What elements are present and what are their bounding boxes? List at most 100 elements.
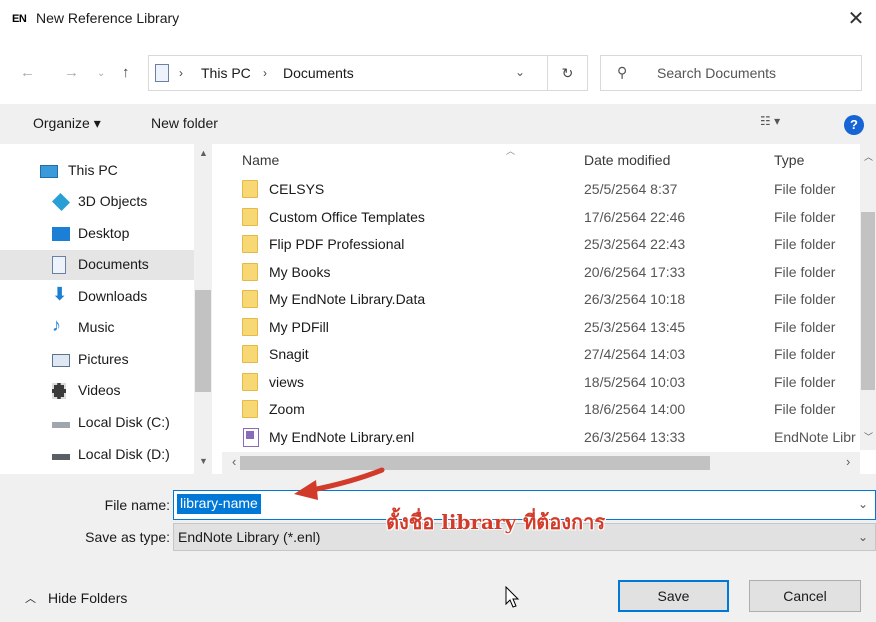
save-type-dropdown-icon[interactable]: ⌄ <box>858 530 868 544</box>
nav-item-local-disk-d[interactable]: Local Disk (D:) <box>0 440 195 470</box>
nav-item-3d-objects[interactable]: 3D Objects <box>0 187 195 217</box>
endnote-file-icon <box>243 428 259 447</box>
new-folder-button[interactable]: New folder <box>151 115 218 131</box>
nav-item-this-pc[interactable]: This PC <box>0 156 195 186</box>
scroll-up-icon[interactable]: ︿ <box>864 150 873 163</box>
file-name-label: File name: <box>104 497 170 513</box>
caret-up-icon[interactable]: ︿ <box>25 590 36 606</box>
file-name: My EndNote Library.Data <box>269 291 426 307</box>
view-options-icon[interactable]: ☷ ▾ <box>760 114 780 128</box>
scroll-down-icon[interactable]: ﹀ <box>864 430 873 443</box>
file-name-dropdown-icon[interactable]: ⌄ <box>858 497 868 511</box>
nav-item-pictures[interactable]: Pictures <box>0 345 195 375</box>
organize-button[interactable]: Organize ▾ <box>33 115 101 132</box>
forward-arrow-icon[interactable]: → <box>64 64 79 81</box>
disk-icon <box>52 454 70 460</box>
download-icon: ⬇ <box>52 284 68 304</box>
file-row[interactable]: My PDFill 25/3/2564 13:45 File folder <box>222 314 842 342</box>
file-name: CELSYS <box>269 181 325 197</box>
file-row[interactable]: Snagit 27/4/2564 14:03 File folder <box>222 341 842 369</box>
save-button[interactable]: Save <box>618 580 729 612</box>
folder-icon <box>242 345 258 363</box>
file-type: File folder <box>774 181 836 197</box>
hide-folders-button[interactable]: Hide Folders <box>48 590 127 606</box>
address-dropdown-icon[interactable]: ⌄ <box>515 65 525 79</box>
folder-icon <box>242 400 258 418</box>
nav-item-label: Music <box>78 319 115 335</box>
back-arrow-icon[interactable]: ← <box>20 64 35 81</box>
documents-location-icon <box>155 64 169 82</box>
nav-item-desktop[interactable]: Desktop <box>0 219 195 249</box>
nav-item-label: Desktop <box>78 225 130 241</box>
close-icon[interactable]: ✕ <box>842 6 870 34</box>
file-date: 20/6/2564 17:33 <box>584 264 686 280</box>
file-type: File folder <box>774 236 836 252</box>
file-type: File folder <box>774 374 836 390</box>
mouse-cursor-icon <box>505 586 520 608</box>
pc-icon <box>40 165 58 178</box>
file-date: 18/6/2564 14:00 <box>584 401 686 417</box>
refresh-button[interactable]: ↻ <box>548 55 588 91</box>
nav-item-label: Videos <box>78 382 121 398</box>
folder-icon <box>242 208 258 226</box>
breadcrumb-documents[interactable]: Documents <box>283 65 354 81</box>
navigation-pane: This PC 3D Objects Desktop Documents ⬇ D… <box>0 144 212 474</box>
file-name: Flip PDF Professional <box>269 236 405 252</box>
nav-item-music[interactable]: ♪ Music <box>0 313 195 343</box>
nav-item-documents[interactable]: Documents <box>0 250 195 280</box>
file-row[interactable]: My EndNote Library.Data 26/3/2564 10:18 … <box>222 286 842 314</box>
search-icon: ⚲ <box>617 64 628 80</box>
file-date: 17/6/2564 22:46 <box>584 209 686 225</box>
file-row[interactable]: Flip PDF Professional 25/3/2564 22:43 Fi… <box>222 231 842 259</box>
file-row[interactable]: My EndNote Library.enl 26/3/2564 13:33 E… <box>222 424 856 452</box>
search-input[interactable]: ⚲ Search Documents <box>600 55 862 91</box>
file-date: 27/4/2564 14:03 <box>584 346 686 362</box>
recent-locations-chevron-icon[interactable]: ⌄ <box>97 68 105 79</box>
folder-icon <box>242 318 258 336</box>
file-name: views <box>269 374 305 390</box>
breadcrumb-this-pc[interactable]: This PC <box>201 65 251 81</box>
file-row[interactable]: Custom Office Templates 17/6/2564 22:46 … <box>222 204 842 232</box>
scroll-up-icon[interactable]: ▲ <box>199 148 208 158</box>
nav-item-label: Local Disk (C:) <box>78 414 170 430</box>
save-type-value: EndNote Library (*.enl) <box>178 529 321 545</box>
folder-icon <box>242 290 258 308</box>
column-header-type[interactable]: Type <box>774 152 804 168</box>
nav-scrollbar-thumb[interactable] <box>195 290 211 392</box>
file-type: File folder <box>774 346 836 362</box>
desktop-icon <box>52 227 70 241</box>
address-box[interactable]: › This PC › Documents ⌄ <box>148 55 548 91</box>
file-name: My Books <box>269 264 331 280</box>
file-type: File folder <box>774 401 836 417</box>
file-row[interactable]: My Books 20/6/2564 17:33 File folder <box>222 259 842 287</box>
folder-icon <box>242 263 258 281</box>
help-icon[interactable]: ? <box>844 115 864 135</box>
cube-icon <box>51 192 71 212</box>
file-row[interactable]: views 18/5/2564 10:03 File folder <box>222 369 842 397</box>
command-toolbar: Organize ▾ New folder ☷ ▾ ? <box>0 104 876 144</box>
scroll-left-icon[interactable]: ‹ <box>232 454 236 469</box>
nav-item-label: Documents <box>78 256 149 272</box>
column-header-name[interactable]: Name <box>242 152 279 168</box>
scroll-right-icon[interactable]: › <box>846 454 850 469</box>
file-row[interactable]: CELSYS 25/5/2564 8:37 File folder <box>222 176 842 204</box>
nav-item-downloads[interactable]: ⬇ Downloads <box>0 282 195 312</box>
folder-icon <box>242 373 258 391</box>
search-placeholder: Search Documents <box>657 65 777 81</box>
documents-icon <box>52 256 66 274</box>
breadcrumb-chevron-icon[interactable]: › <box>179 66 183 80</box>
column-header-date[interactable]: Date modified <box>584 152 670 168</box>
cancel-button[interactable]: Cancel <box>749 580 861 612</box>
breadcrumb-chevron-icon[interactable]: › <box>263 66 267 80</box>
pictures-icon <box>52 354 70 367</box>
vertical-scrollbar-thumb[interactable] <box>861 212 875 390</box>
up-arrow-icon[interactable]: ↑ <box>122 64 130 81</box>
music-icon: ♪ <box>52 315 61 335</box>
scroll-down-icon[interactable]: ▼ <box>199 456 208 466</box>
videos-icon <box>52 383 66 399</box>
nav-item-videos[interactable]: Videos <box>0 376 195 406</box>
file-date: 26/3/2564 13:33 <box>584 429 686 445</box>
file-name-value[interactable]: library-name <box>177 494 261 514</box>
file-row[interactable]: Zoom 18/6/2564 14:00 File folder <box>222 396 842 424</box>
nav-item-local-disk-c[interactable]: Local Disk (C:) <box>0 408 195 438</box>
